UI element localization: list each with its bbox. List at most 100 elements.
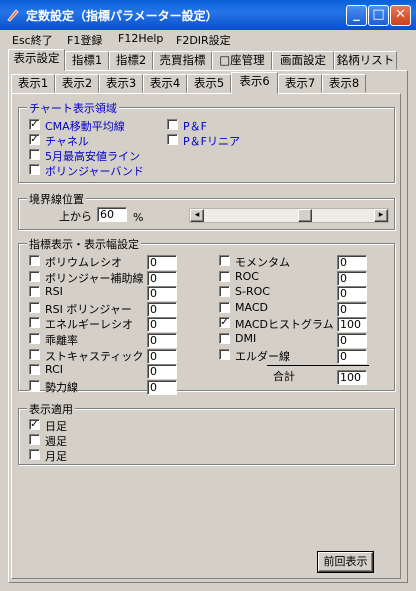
tab-display-settings[interactable]: 表示設定 bbox=[8, 49, 65, 71]
indicator-width-input[interactable]: 0 bbox=[147, 270, 177, 286]
tab-display-7[interactable]: 表示7 bbox=[278, 74, 322, 93]
maximize-button[interactable]: □ bbox=[368, 5, 389, 26]
tab-account[interactable]: □座管理 bbox=[212, 51, 272, 70]
indicator-label: 乖離率 bbox=[45, 334, 78, 347]
tab-display-1[interactable]: 表示1 bbox=[11, 74, 55, 93]
indicator-width-input[interactable]: 0 bbox=[147, 255, 177, 270]
indicator-label: MACD bbox=[235, 300, 268, 314]
sub-tab-strip: 表示1 表示2 表示3 表示4 表示5 表示6 表示7 表示8 bbox=[11, 72, 401, 94]
boundary-slider[interactable]: ◂ ▸ bbox=[189, 208, 389, 223]
boundary-percent-input[interactable]: 60 bbox=[97, 207, 127, 222]
main-tab-strip: 表示設定 指標1 指標2 売買指標 □座管理 画面設定 銘柄リスト bbox=[8, 49, 408, 71]
display-apply-title: 表示適用 bbox=[27, 401, 75, 417]
title-bar: 定数設定（指標パラメーター設定） _ □ ✕ bbox=[0, 0, 416, 30]
checkbox-box[interactable] bbox=[29, 379, 40, 391]
checkbox-box[interactable] bbox=[219, 270, 230, 282]
checkbox-box[interactable] bbox=[219, 286, 230, 298]
indicator-width-input[interactable]: 0 bbox=[147, 348, 177, 364]
indicators-title: 指標表示・表示幅設定 bbox=[27, 236, 141, 252]
indicator-label: RCI bbox=[45, 363, 64, 377]
checkbox-box[interactable]: ✓ bbox=[219, 317, 230, 329]
checkbox-box[interactable]: ✓ bbox=[29, 419, 40, 430]
checkbox-box[interactable] bbox=[29, 286, 40, 298]
checkbox-box[interactable]: ✓ bbox=[29, 119, 40, 130]
indicator-width-input[interactable]: 0 bbox=[147, 379, 177, 395]
checkbox-box[interactable] bbox=[29, 434, 40, 445]
checkbox-box[interactable] bbox=[29, 333, 40, 344]
indicator-width-input[interactable]: 0 bbox=[147, 286, 177, 302]
indicator-label: エネルギーレシオ bbox=[45, 318, 133, 332]
indicator-label: MACDヒストグラム bbox=[235, 318, 334, 332]
indicator-width-input[interactable]: 0 bbox=[147, 317, 177, 333]
chart-area-title: チャート表示領域 bbox=[27, 100, 119, 116]
checkbox-box[interactable] bbox=[29, 270, 40, 282]
indicator-width-input[interactable]: 0 bbox=[147, 301, 177, 317]
previous-display-button[interactable]: 前回表示 bbox=[317, 551, 374, 573]
menu-bar: Esc終了 F1登録 F12Help F2DIR設定 bbox=[0, 30, 416, 48]
tab-display-8[interactable]: 表示8 bbox=[322, 74, 366, 93]
indicator-label: S-ROC bbox=[235, 285, 270, 299]
boundary-unit: % bbox=[133, 211, 144, 224]
tab-indicator-2[interactable]: 指標2 bbox=[109, 51, 153, 70]
indicator-label: RSI ボリンジャー bbox=[45, 302, 132, 316]
checkbox-box[interactable]: ✓ bbox=[29, 134, 40, 145]
indicator-width-input[interactable]: 0 bbox=[337, 348, 367, 364]
total-value: 100 bbox=[337, 370, 367, 385]
display-apply-group: 表示適用 ✓ 日足 週足 月足 bbox=[18, 401, 395, 465]
slider-thumb[interactable] bbox=[297, 209, 312, 222]
indicator-label: モメンタム bbox=[235, 256, 290, 269]
indicator-width-input[interactable]: 0 bbox=[147, 364, 177, 380]
indicator-width-input[interactable]: 0 bbox=[337, 286, 367, 302]
checkbox-box[interactable] bbox=[219, 333, 230, 344]
close-button[interactable]: ✕ bbox=[390, 5, 411, 26]
checkbox-box[interactable] bbox=[29, 317, 40, 329]
tab-display-3[interactable]: 表示3 bbox=[99, 74, 143, 93]
indicator-label: 勢力線 bbox=[45, 380, 78, 394]
window-title: 定数設定（指標パラメーター設定） bbox=[26, 9, 218, 23]
indicator-width-input[interactable]: 100 bbox=[337, 317, 367, 333]
tab-stock-list[interactable]: 銘柄リスト bbox=[334, 51, 397, 70]
indicator-label: ボリンジャー補助線 bbox=[45, 271, 144, 285]
indicator-width-input[interactable]: 0 bbox=[147, 333, 177, 348]
checkbox-box[interactable] bbox=[29, 149, 40, 160]
checkbox-box[interactable] bbox=[219, 255, 230, 266]
indicator-width-input[interactable]: 0 bbox=[337, 333, 367, 348]
slider-right-arrow[interactable]: ▸ bbox=[374, 209, 388, 222]
tab-display-6[interactable]: 表示6 bbox=[231, 72, 278, 94]
indicator-width-input[interactable]: 0 bbox=[337, 270, 367, 286]
indicator-label: ストキャスティック bbox=[45, 349, 144, 363]
menu-esc-exit[interactable]: Esc終了 bbox=[12, 32, 53, 48]
menu-f12-help[interactable]: F12Help bbox=[118, 32, 163, 45]
indicator-label: エルダー線 bbox=[235, 349, 290, 363]
indicator-label: ROC bbox=[235, 269, 259, 283]
checkbox-box[interactable] bbox=[29, 348, 40, 360]
tab-screen-settings[interactable]: 画面設定 bbox=[272, 51, 334, 70]
indicator-label: DMI bbox=[235, 332, 257, 345]
slider-left-arrow[interactable]: ◂ bbox=[190, 209, 204, 222]
minimize-button[interactable]: _ bbox=[346, 5, 367, 26]
checkbox-box[interactable] bbox=[29, 364, 40, 376]
checkbox-box[interactable] bbox=[29, 449, 40, 460]
checkbox-box[interactable] bbox=[29, 301, 40, 313]
checkbox-box[interactable] bbox=[219, 348, 230, 360]
tab-indicator-1[interactable]: 指標1 bbox=[65, 51, 109, 70]
indicator-width-input[interactable]: 0 bbox=[337, 255, 367, 270]
boundary-title: 境界線位置 bbox=[27, 191, 86, 207]
tab-display-2[interactable]: 表示2 bbox=[55, 74, 99, 93]
tab-trade-indicator[interactable]: 売買指標 bbox=[153, 51, 212, 70]
menu-f2-dir-settings[interactable]: F2DIR設定 bbox=[176, 32, 231, 48]
boundary-group: 境界線位置 上から 60 % ◂ ▸ bbox=[18, 191, 395, 230]
menu-f1-register[interactable]: F1登録 bbox=[67, 32, 102, 48]
checkbox-box[interactable] bbox=[167, 119, 178, 130]
checkbox-box[interactable] bbox=[219, 301, 230, 313]
total-label: 合計 bbox=[273, 370, 295, 383]
checkbox-box[interactable] bbox=[29, 164, 40, 175]
indicator-width-input[interactable]: 0 bbox=[337, 301, 367, 317]
checkbox-box[interactable] bbox=[167, 134, 178, 145]
checkbox-box[interactable] bbox=[29, 255, 40, 266]
tab-display-4[interactable]: 表示4 bbox=[143, 74, 187, 93]
boundary-prefix: 上から bbox=[59, 210, 92, 223]
app-icon bbox=[7, 9, 19, 22]
indicators-group: 指標表示・表示幅設定 ボリウムレシオ 0 ボリンジャー補助線 0 RSI 0 RSI ボリン… bbox=[18, 236, 395, 395]
tab-display-5[interactable]: 表示5 bbox=[187, 74, 231, 93]
